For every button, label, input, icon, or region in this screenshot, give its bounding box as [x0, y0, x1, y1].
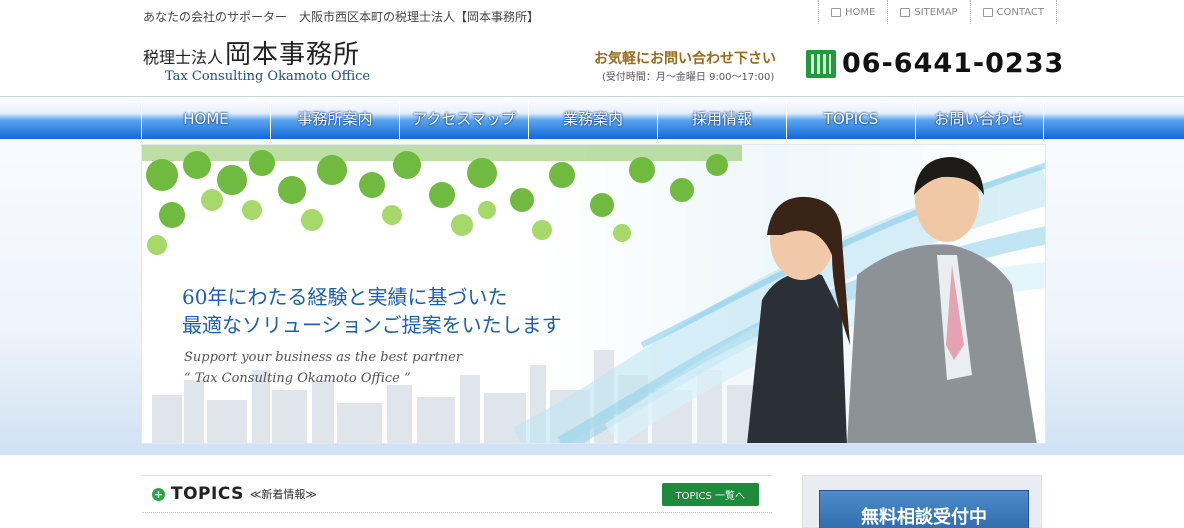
utility-links: HOME SITEMAP CONTACT — [818, 0, 1057, 24]
topics-subtitle: ≪新着情報≫ — [249, 488, 317, 501]
logo-jp: 税理士法人岡本事務所 — [143, 34, 370, 71]
util-link-contact[interactable]: CONTACT — [969, 0, 1057, 24]
nav-item-home[interactable]: HOME — [141, 97, 270, 140]
nav-item-services[interactable]: 業務案内 — [528, 97, 657, 140]
contact-info: お気軽にお問い合わせ下さい (受付時間：月～金曜日 9:00～17:00) — [594, 48, 776, 83]
global-nav: HOME 事務所案内 アクセスマップ 業務案内 採用情報 TOPICS お問い合… — [0, 96, 1184, 140]
hero-subtitle: Support your business as the best partne… — [184, 347, 462, 389]
util-link-label: SITEMAP — [914, 6, 958, 18]
site-tagline: あなたの会社のサポーター 大阪市西区本町の税理士法人【岡本事務所】 — [143, 10, 540, 24]
phone-block: 06-6441-0233 — [806, 48, 1064, 79]
sidebar: 無料相談受付中 — [802, 475, 1042, 528]
topics-section: + TOPICS ≪新着情報≫ TOPICS 一覧へ — [142, 475, 772, 513]
hero-subtitle-line: Support your business as the best partne… — [184, 350, 463, 365]
green-leaves-image — [142, 145, 742, 255]
mail-icon — [982, 7, 993, 17]
nav-item-topics[interactable]: TOPICS — [786, 97, 915, 140]
nav-item-contact[interactable]: お問い合わせ — [915, 97, 1044, 140]
hero-headline: 60年にわたる経験と実績に基づいた 最適なソリューションご提案をいたします — [182, 283, 562, 339]
nav-item-recruit[interactable]: 採用情報 — [657, 97, 786, 140]
page: あなたの会社のサポーター 大阪市西区本町の税理士法人【岡本事務所】 HOME S… — [0, 0, 1184, 528]
phone-icon — [806, 49, 836, 78]
topics-header: + TOPICS ≪新着情報≫ TOPICS 一覧へ — [142, 475, 772, 513]
hero-banner: 60年にわたる経験と実績に基づいた 最適なソリューションご提案をいたします Su… — [141, 144, 1046, 444]
nav-item-access[interactable]: アクセスマップ — [399, 97, 528, 140]
phone-number[interactable]: 06-6441-0233 — [842, 48, 1064, 79]
hero-subtitle-line: “ Tax Consulting Okamoto Office ” — [184, 371, 411, 386]
contact-title: お気軽にお問い合わせ下さい — [594, 51, 776, 67]
util-link-sitemap[interactable]: SITEMAP — [887, 0, 969, 24]
util-link-home[interactable]: HOME — [818, 0, 887, 24]
free-consultation-banner[interactable]: 無料相談受付中 — [819, 490, 1029, 528]
plus-circle-icon: + — [152, 487, 165, 501]
logo-name: 岡本事務所 — [225, 40, 361, 70]
topics-list-button[interactable]: TOPICS 一覧へ — [661, 482, 759, 506]
nav-item-office[interactable]: 事務所案内 — [270, 97, 399, 140]
contact-hours: (受付時間：月～金曜日 9:00～17:00) — [602, 72, 775, 83]
sitemap-icon — [900, 7, 911, 17]
topics-title: TOPICS — [171, 484, 244, 504]
logo-en: Tax Consulting Okamoto Office — [165, 69, 371, 84]
logo-prefix: 税理士法人 — [143, 48, 224, 67]
businesswoman-image — [747, 196, 850, 443]
util-link-label: CONTACT — [996, 6, 1044, 18]
home-icon — [831, 7, 841, 17]
util-link-label: HOME — [845, 6, 876, 18]
site-logo[interactable]: 税理士法人岡本事務所 Tax Consulting Okamoto Office — [143, 34, 370, 84]
hero-headline-line: 60年にわたる経験と実績に基づいた — [182, 285, 508, 309]
hero-headline-line: 最適なソリューションご提案をいたします — [182, 313, 562, 337]
free-consultation-label: 無料相談受付中 — [861, 507, 987, 528]
